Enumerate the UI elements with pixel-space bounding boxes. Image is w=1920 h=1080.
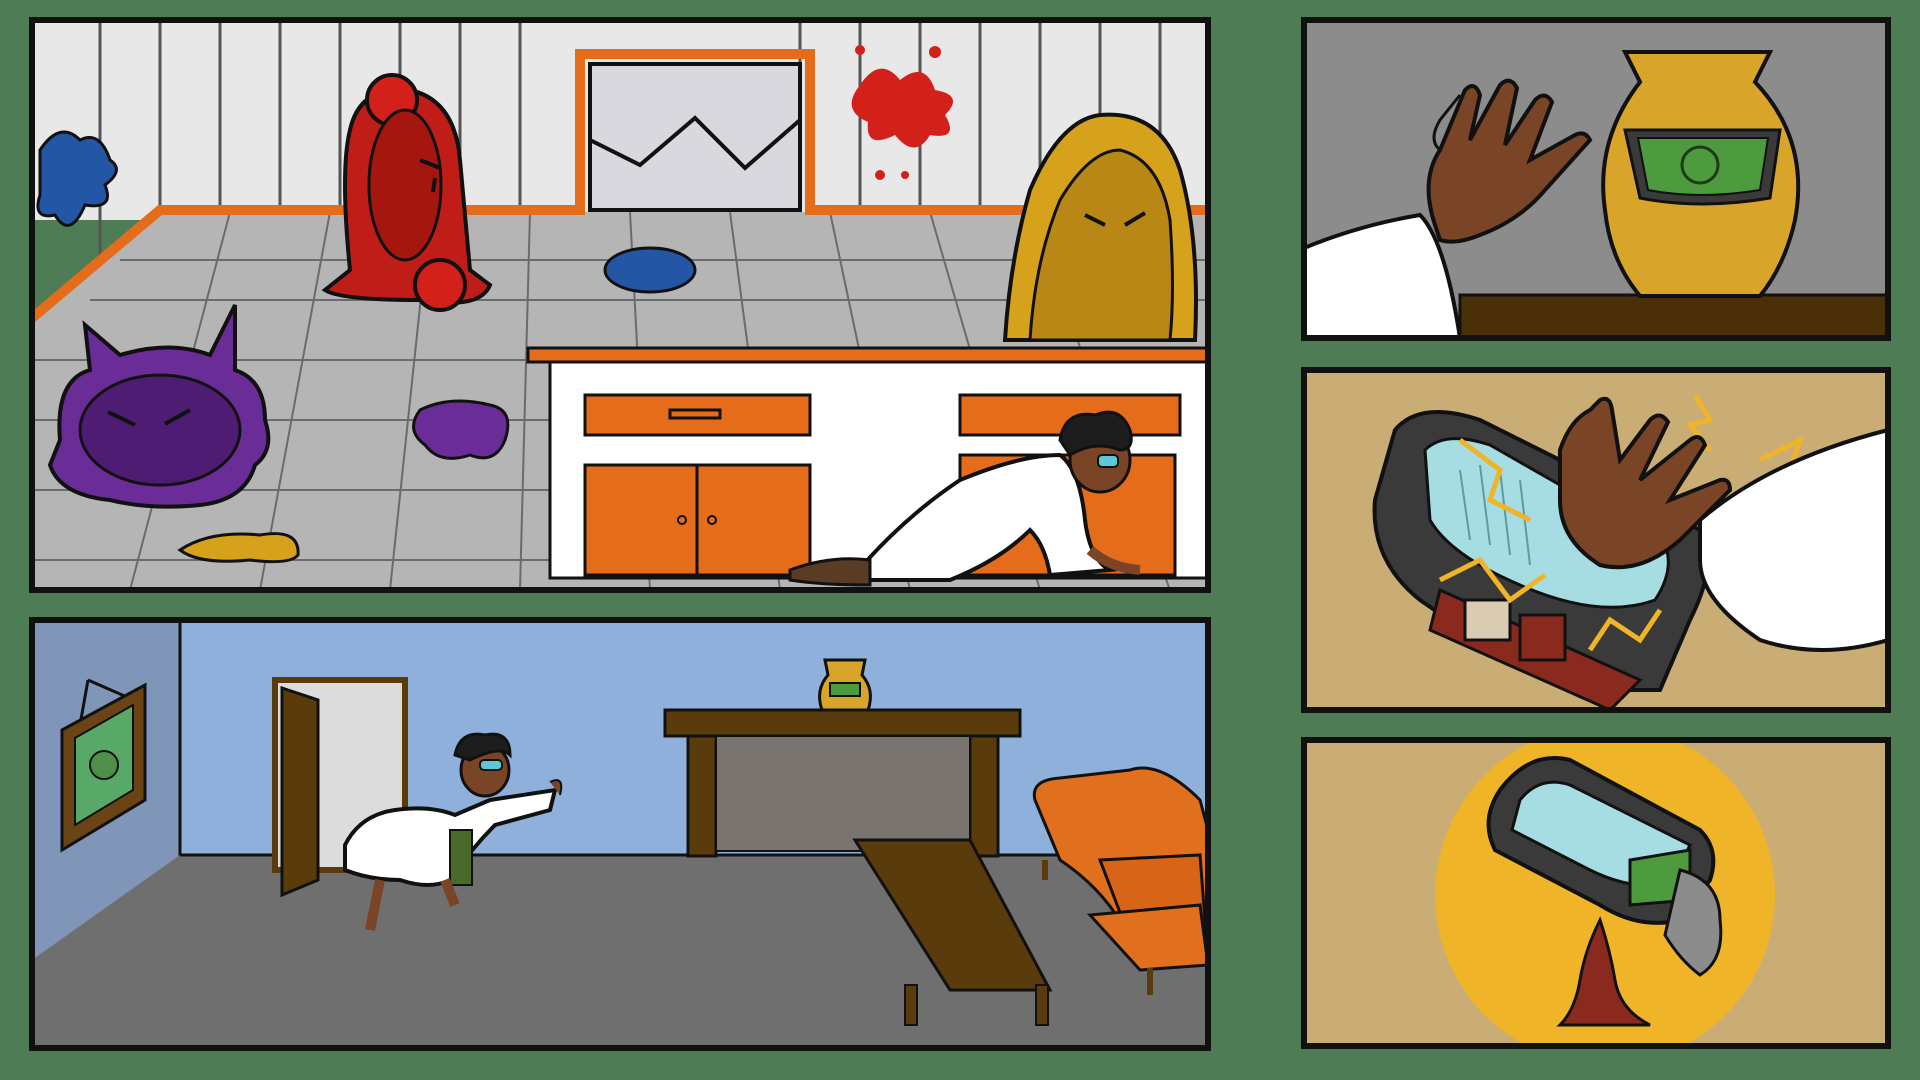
room-floor <box>32 855 1208 1048</box>
door <box>280 685 320 898</box>
back-table <box>663 708 1022 738</box>
comic-page <box>0 0 1920 1080</box>
shelf <box>1458 293 1888 338</box>
panel-lab <box>32 20 1208 590</box>
drawer-left <box>583 393 812 437</box>
blue-puddle <box>603 246 697 294</box>
panel-zap <box>1304 370 1888 710</box>
comic-canvas <box>0 0 1920 1080</box>
panel-living <box>32 620 1208 1048</box>
window <box>588 62 802 212</box>
panel-pour <box>1304 740 1888 1046</box>
panel-reach <box>1304 20 1888 338</box>
purple-puddle <box>412 399 510 460</box>
counter-top <box>526 346 1208 364</box>
room-wall <box>32 620 1208 890</box>
